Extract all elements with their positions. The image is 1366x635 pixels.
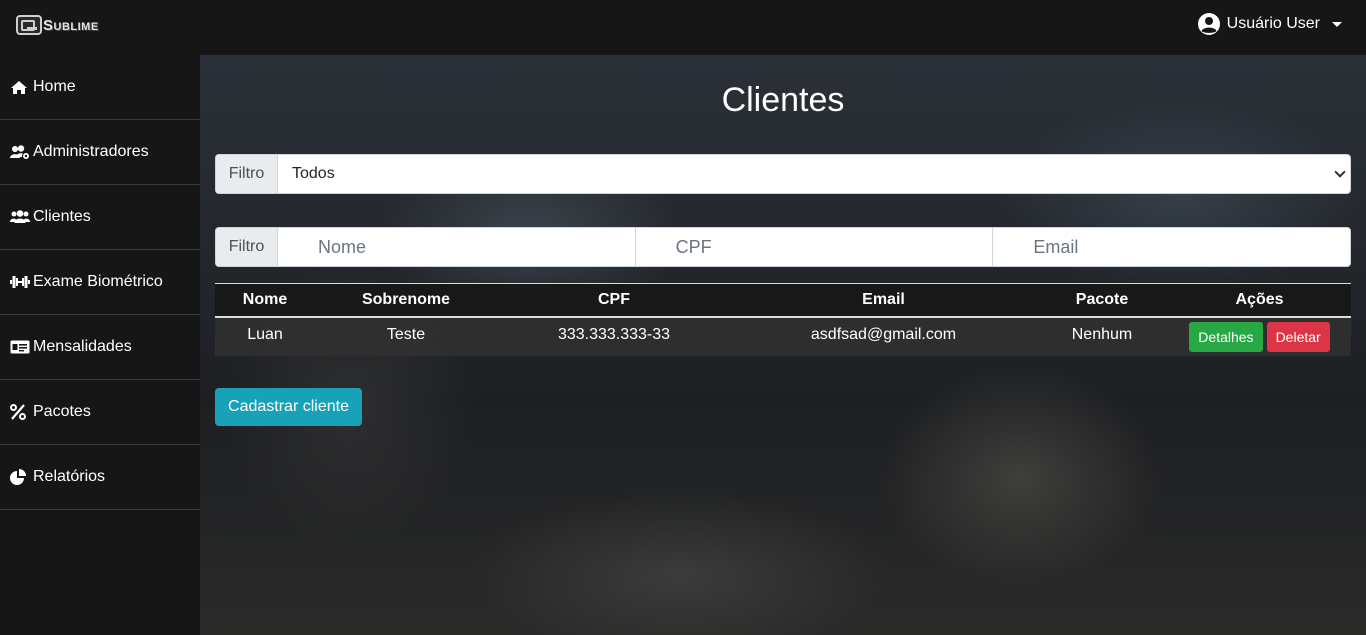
filter-select-value: Todos (292, 165, 335, 182)
column-header-sobrenome[interactable]: Sobrenome (315, 283, 497, 318)
details-button[interactable]: Detalhes (1189, 321, 1263, 352)
cell-pacote: Nenhum (1036, 316, 1168, 356)
chevron-down-icon (1334, 166, 1346, 178)
cpf-search-input[interactable] (635, 228, 994, 266)
sidebar-item-home[interactable]: Home (0, 55, 200, 120)
dumbbell-icon (10, 273, 30, 291)
page-title: Clientes (721, 81, 845, 119)
cell-sobrenome: Teste (315, 316, 497, 356)
sidebar-item-pacotes[interactable]: Pacotes (0, 380, 200, 445)
id-card-icon (10, 338, 30, 356)
sidebar-item-mensalidades[interactable]: Mensalidades (0, 315, 200, 380)
filter-select[interactable]: Todos (278, 155, 1350, 193)
user-dropdown[interactable]: Usuário User (1197, 10, 1342, 38)
table-row: Luan Teste 333.333.333-33 asdfsad@gmail.… (215, 316, 1351, 356)
users-icon (10, 208, 30, 226)
sidebar-item-label: Administradores (33, 143, 149, 160)
cell-email: asdfsad@gmail.com (731, 316, 1036, 356)
column-header-email[interactable]: Email (731, 283, 1036, 318)
user-name: Usuário User (1226, 15, 1320, 32)
email-search-input[interactable] (993, 228, 1350, 266)
sidebar-item-clientes[interactable]: Clientes (0, 185, 200, 250)
column-header-nome[interactable]: Nome (215, 283, 315, 318)
cell-acoes: Detalhes Deletar (1168, 316, 1351, 356)
table-header-row: Nome Sobrenome CPF Email Pacote Ações (215, 283, 1351, 318)
sidebar-item-label: Mensalidades (33, 338, 132, 355)
sidebar-item-label: Home (33, 78, 76, 95)
filter-search-group: Filtro (215, 227, 1351, 267)
caret-down-icon (1332, 21, 1342, 27)
sidebar-item-relatorios[interactable]: Relatórios (0, 445, 200, 510)
sidebar-item-label: Exame Biométrico (33, 273, 163, 290)
user-circle-icon (1197, 13, 1220, 35)
sidebar-item-administradores[interactable]: Administradores (0, 120, 200, 185)
delete-button[interactable]: Deletar (1266, 321, 1330, 352)
main-content: Clientes Filtro Todos Filtro Nome Sobren… (200, 55, 1366, 635)
sidebar-item-label: Relatórios (33, 468, 106, 485)
sidebar-item-label: Pacotes (33, 403, 91, 420)
filter-select-group: Filtro Todos (215, 154, 1351, 194)
filter-addon-label: Filtro (216, 228, 278, 266)
nome-search-input[interactable] (278, 228, 636, 266)
cell-cpf: 333.333.333-33 (497, 316, 731, 356)
logo-icon (16, 15, 42, 35)
pie-chart-icon (10, 468, 30, 486)
clients-table: Nome Sobrenome CPF Email Pacote Ações Lu… (215, 283, 1351, 356)
sidebar: Home Administradores Clientes Exame Biom… (0, 55, 200, 635)
users-cog-icon (10, 143, 30, 161)
filter-addon-label: Filtro (216, 155, 278, 193)
column-header-acoes: Ações (1168, 283, 1351, 318)
percent-icon (10, 403, 30, 421)
home-icon (10, 78, 30, 96)
top-navbar: Sublime Usuário User (0, 0, 1366, 55)
cell-nome: Luan (215, 316, 315, 356)
sidebar-item-label: Clientes (33, 208, 91, 225)
register-client-button[interactable]: Cadastrar cliente (215, 388, 362, 426)
brand-logo[interactable]: Sublime (16, 14, 99, 36)
column-header-pacote[interactable]: Pacote (1036, 283, 1168, 318)
brand-name: Sublime (43, 16, 99, 34)
sidebar-item-exame-biometrico[interactable]: Exame Biométrico (0, 250, 200, 315)
column-header-cpf[interactable]: CPF (497, 283, 731, 318)
